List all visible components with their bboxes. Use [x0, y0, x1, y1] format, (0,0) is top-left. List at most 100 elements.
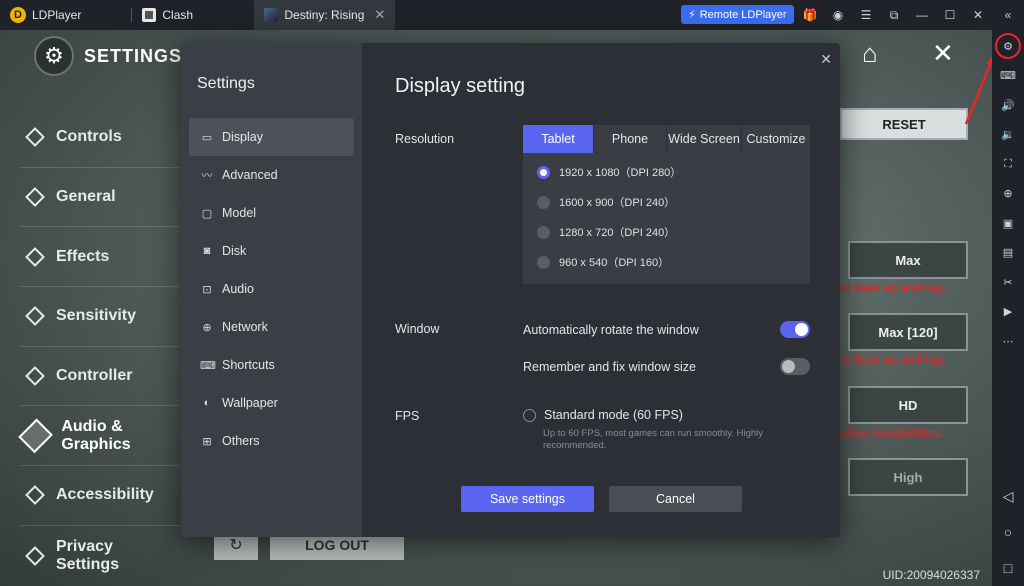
dialog-sidebar-title: Settings [197, 75, 255, 92]
settings-gear-icon[interactable]: ⚙ [995, 33, 1021, 59]
volume-up-icon[interactable]: 🔊 [992, 91, 1024, 121]
auto-rotate-label: Automatically rotate the window [523, 322, 699, 337]
recent-apps-icon[interactable]: □ [992, 550, 1024, 586]
game-option-box[interactable]: High [848, 458, 968, 496]
save-settings-button[interactable]: Save settings [461, 486, 594, 512]
gamepad-icon: ⊡ [202, 283, 212, 296]
dialog-main: Display setting ✕ Resolution Tablet Phon… [362, 43, 840, 537]
nav-item-display[interactable]: ▭ Display [189, 118, 354, 156]
nav-item-shortcuts[interactable]: ⌨ Shortcuts [189, 346, 354, 384]
fps-option[interactable]: Standard mode (60 FPS) [523, 408, 683, 422]
game-menu-item[interactable]: Accessibility [20, 466, 180, 526]
menu-icon[interactable]: ☰ [852, 0, 880, 30]
nav-item-others[interactable]: ⊞ Others [189, 422, 354, 460]
game-reset-button[interactable]: RESET [840, 108, 968, 140]
tab-phone[interactable]: Phone [594, 125, 666, 153]
resolution-option[interactable]: 960 x 540（DPI 160） [523, 247, 810, 277]
game-option-box[interactable]: HD [848, 386, 968, 424]
resolution-tabs: Tablet Phone Wide Screen Customize [523, 125, 810, 153]
lightning-icon: ⚡ [688, 9, 696, 21]
game-options-column: RESET Max to heat up and lag. Max [120] … [840, 30, 980, 586]
keyboard-icon: ⌨ [200, 359, 216, 372]
multi-instance-icon[interactable]: ▣ [992, 209, 1024, 239]
restore-icon[interactable]: ⧉ [880, 0, 908, 30]
more-icon[interactable]: ⋯ [992, 327, 1024, 357]
nav-item-audio[interactable]: ⊡ Audio [189, 270, 354, 308]
apk-icon[interactable]: ▤ [992, 238, 1024, 268]
diamond-icon [25, 366, 45, 386]
tab-clash[interactable]: Clash [132, 0, 252, 30]
tab-tablet[interactable]: Tablet [523, 125, 593, 153]
game-warning-text: to heat up and lag. [840, 352, 947, 366]
nav-item-model[interactable]: ▢ Model [189, 194, 354, 232]
auto-rotate-toggle[interactable] [780, 321, 810, 338]
resolution-option[interactable]: 1920 x 1080（DPI 280） [523, 157, 810, 187]
maximize-icon[interactable]: ☐ [936, 0, 964, 30]
collapse-sidebar-icon[interactable]: « [992, 0, 1024, 30]
title-bar: D LDPlayer Clash Destiny: Rising ✕ ⚡ Rem… [0, 0, 1024, 30]
game-option-box[interactable]: Max [848, 241, 968, 279]
fullscreen-icon[interactable]: ⛶ [992, 150, 1024, 180]
game-menu-item[interactable]: Sensitivity [20, 287, 180, 347]
disk-icon: ◙ [203, 245, 211, 257]
radio-unselected[interactable] [523, 408, 536, 422]
tab-label: Clash [162, 8, 194, 22]
game-menu-item[interactable]: Privacy Settings [20, 526, 180, 586]
game-option-box[interactable]: Max [120] [848, 313, 968, 351]
install-apk-icon[interactable]: ⊕ [992, 179, 1024, 209]
resolution-option[interactable]: 1280 x 720（DPI 240） [523, 217, 810, 247]
dialog-close-icon[interactable]: ✕ [820, 51, 832, 68]
app-tab-ldplayer[interactable]: D LDPlayer [0, 0, 91, 30]
game-menu-item[interactable]: General [20, 168, 180, 228]
radio-unselected[interactable] [537, 195, 550, 209]
keyboard-mapping-icon[interactable]: ⌨ [992, 61, 1024, 91]
nav-item-disk[interactable]: ◙ Disk [189, 232, 354, 270]
chart-icon: 〰 [201, 170, 213, 182]
tab-customize[interactable]: Customize [742, 125, 810, 153]
game-settings-header: ⚙ SETTINGS [34, 36, 182, 76]
diamond-icon [25, 187, 45, 207]
record-icon[interactable]: ▶ [992, 297, 1024, 327]
back-icon[interactable]: ◁ [992, 478, 1024, 514]
radio-selected[interactable] [537, 165, 550, 179]
dialog-nav: ▭ Display 〰 Advanced ▢ Model ◙ Disk ⊡ Au… [189, 118, 354, 460]
home-nav-icon[interactable]: ○ [992, 514, 1024, 550]
close-icon[interactable]: ✕ [964, 0, 992, 30]
game-warning-text: other instabilities. [840, 426, 943, 440]
cancel-button[interactable]: Cancel [609, 486, 742, 512]
fps-description: Up to 60 FPS, most games can run smoothl… [543, 428, 763, 451]
nav-item-network[interactable]: ⊕ Network [189, 308, 354, 346]
radio-unselected[interactable] [537, 255, 550, 269]
nav-item-advanced[interactable]: 〰 Advanced [189, 156, 354, 194]
game-menu-item[interactable]: Controls [20, 108, 180, 168]
radio-unselected[interactable] [537, 225, 550, 239]
account-icon[interactable]: ◉ [824, 0, 852, 30]
dialog-title: Display setting [395, 75, 526, 97]
volume-down-icon[interactable]: 🔉 [992, 120, 1024, 150]
clash-app-icon [142, 8, 157, 22]
nav-item-wallpaper[interactable]: ◐ Wallpaper [189, 384, 354, 422]
resolution-option[interactable]: 1600 x 900（DPI 240） [523, 187, 810, 217]
minimize-icon[interactable]: — [908, 0, 936, 30]
settings-dialog: Settings ▭ Display 〰 Advanced ▢ Model ◙ … [181, 43, 840, 537]
ldplayer-logo-icon: D [10, 7, 26, 23]
game-warning-text: to heat up and lag. [840, 281, 947, 295]
destiny-app-icon [264, 8, 279, 22]
game-uid: UID:20094026337 [882, 568, 980, 582]
close-tab-icon[interactable]: ✕ [374, 7, 385, 23]
game-settings-menu: Controls General Effects Sensitivity Con… [18, 108, 180, 586]
remote-ldplayer-button[interactable]: ⚡ Remote LDPlayer [681, 5, 794, 24]
tab-destiny-rising[interactable]: Destiny: Rising ✕ [254, 0, 396, 30]
game-menu-item-active[interactable]: Audio & Graphics [18, 406, 180, 467]
scissors-icon[interactable]: ✂ [992, 268, 1024, 298]
game-menu-item[interactable]: Effects [20, 227, 180, 288]
palette-icon: ◐ [203, 397, 211, 409]
toggle-knob [782, 360, 795, 373]
diamond-icon [18, 418, 54, 454]
tab-label: Destiny: Rising [284, 8, 365, 22]
game-menu-item[interactable]: Controller [20, 347, 180, 407]
red-arrow-annotation [964, 56, 992, 125]
remember-size-toggle[interactable] [780, 358, 810, 375]
gift-icon[interactable]: 🎁 [796, 0, 824, 30]
tab-wide-screen[interactable]: Wide Screen [667, 125, 741, 153]
